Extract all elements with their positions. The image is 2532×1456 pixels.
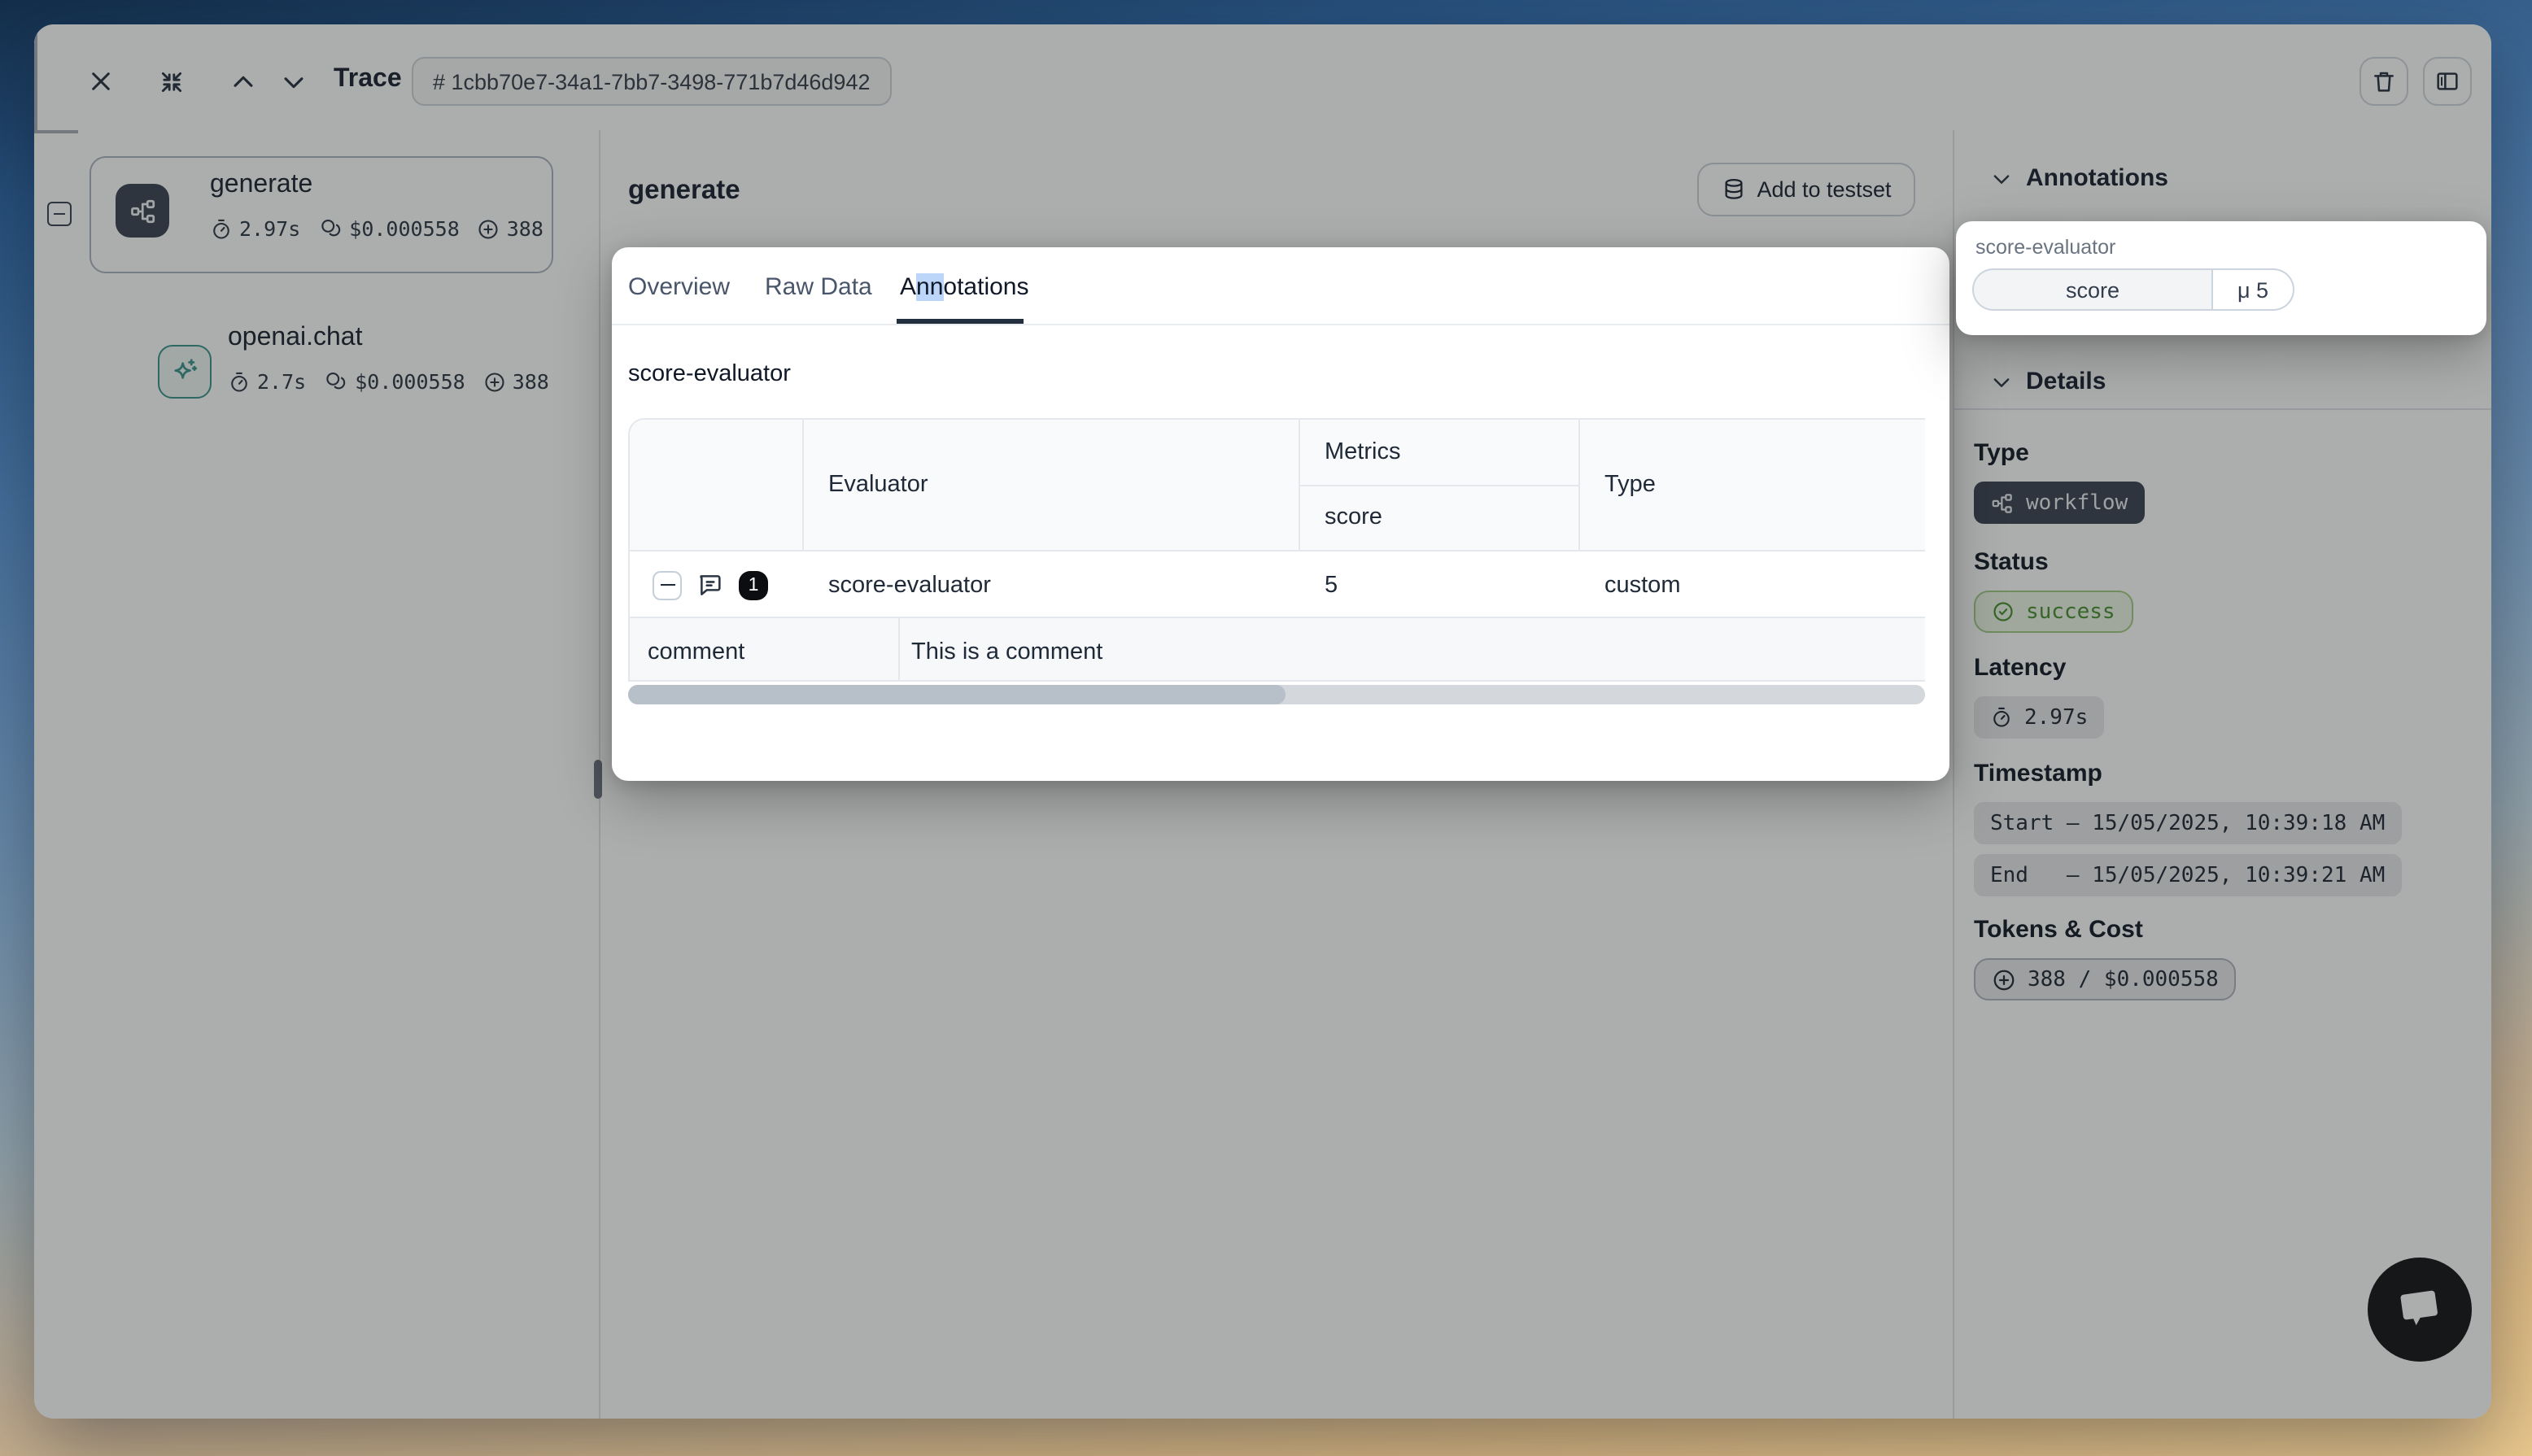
- annotations-panel-card: Overview Raw Data Annotations score-eval…: [612, 247, 1949, 781]
- cell-evaluator: score-evaluator: [828, 551, 991, 618]
- text-selection-highlight: nn: [916, 272, 943, 300]
- comment-row: comment This is a comment: [630, 617, 1925, 682]
- scrollbar-thumb[interactable]: [628, 685, 1286, 704]
- column-subheader-score: score: [1325, 485, 1382, 550]
- column-border: [898, 618, 900, 682]
- tabs-bar: Overview Raw Data Annotations: [612, 247, 1949, 325]
- cell-score: 5: [1325, 551, 1338, 618]
- column-header-metrics: Metrics: [1325, 420, 1400, 485]
- comment-count-badge: 1: [739, 570, 768, 599]
- cell-type: custom: [1604, 551, 1681, 618]
- metric-aggregate: μ 5: [2213, 268, 2294, 311]
- table-row[interactable]: 1 score-evaluator 5 custom: [630, 550, 1925, 617]
- screen: Trace # 1cbb70e7-34a1-7bb7-3498-771b7d46…: [0, 0, 2532, 1456]
- comment-value: This is a comment: [911, 618, 1102, 682]
- table-header: Evaluator Metrics score Type: [630, 420, 1925, 550]
- desktop-background: Trace # 1cbb70e7-34a1-7bb7-3498-771b7d46…: [0, 0, 2532, 1456]
- annotations-table: Evaluator Metrics score Type 1 score-eva…: [628, 418, 1925, 682]
- metric-chip[interactable]: score μ 5: [1972, 268, 2294, 311]
- column-header-evaluator: Evaluator: [828, 420, 928, 550]
- trace-drawer-window: Trace # 1cbb70e7-34a1-7bb7-3498-771b7d46…: [34, 24, 2491, 1419]
- minus-icon: [660, 583, 674, 586]
- comment-bubble-icon[interactable]: [696, 571, 724, 599]
- horizontal-scrollbar[interactable]: [628, 685, 1925, 704]
- metrics-subdivider: [1299, 485, 1578, 486]
- column-header-type: Type: [1604, 420, 1656, 550]
- tab-raw-data[interactable]: Raw Data: [765, 247, 872, 325]
- tab-annotations[interactable]: Annotations: [900, 247, 1029, 325]
- comment-key: comment: [648, 618, 744, 682]
- row-collapse-checkbox[interactable]: [653, 570, 682, 599]
- tab-overview[interactable]: Overview: [628, 247, 730, 325]
- active-tab-indicator: [897, 319, 1024, 324]
- evaluator-section-title: score-evaluator: [628, 361, 791, 387]
- annotation-summary-card: score-evaluator score μ 5: [1956, 221, 2486, 335]
- annotation-evaluator-label: score-evaluator: [1975, 236, 2115, 259]
- metric-name: score: [1972, 268, 2213, 311]
